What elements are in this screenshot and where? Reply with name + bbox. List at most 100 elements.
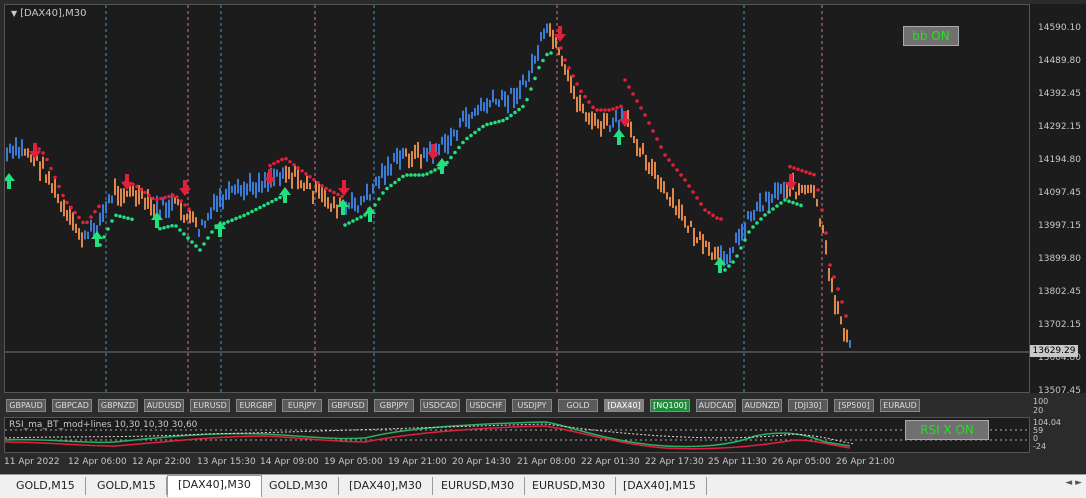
rsi-panel[interactable]: RSI_ma_BT_mod+lines 10,30 10,30 30,60 — [4, 417, 1030, 453]
price-label: 13997.15 — [1038, 221, 1081, 231]
trailing-stop-dot — [351, 219, 355, 223]
trailing-stop-dot — [575, 82, 579, 86]
pair-button-highlight[interactable]: [NQ100] — [650, 399, 690, 412]
bb-toggle-button[interactable]: bb ON — [903, 26, 959, 46]
trailing-stop-dot — [355, 217, 359, 221]
trailing-stop-dot — [783, 198, 787, 202]
trailing-stop-dot — [397, 177, 401, 182]
chart-tab[interactable]: EURUSD,M30 — [522, 477, 617, 495]
pair-button[interactable]: GBPNZD — [98, 399, 138, 412]
chart-tab[interactable]: EURUSD,M30 — [431, 477, 526, 495]
pair-button[interactable]: EURUSD — [190, 399, 230, 412]
trailing-stop-dot — [85, 220, 89, 225]
pair-button[interactable]: GBPCAD — [52, 399, 92, 412]
trailing-stop-dot — [401, 174, 405, 179]
current-price-label: 13629.29 — [1030, 345, 1078, 357]
trailing-stop-dot — [210, 230, 214, 234]
rsi-toggle-button[interactable]: RSI X ON — [905, 420, 989, 440]
chart-tab-active[interactable]: [DAX40],M30 — [167, 475, 262, 497]
trailing-stop-dot — [808, 171, 812, 176]
trailing-stop-dot — [166, 224, 170, 229]
trailing-stop-dot — [359, 215, 363, 219]
trailing-stop-dot — [513, 110, 517, 115]
symbol-label-text: [DAX40],M30 — [20, 8, 87, 19]
trailing-stop-dot — [505, 116, 509, 121]
trailing-stop-dot — [170, 223, 174, 228]
symbol-button-bar: GBPAUD GBPCAD GBPNZD AUDUSD EURUSD EURGB… — [4, 396, 1030, 416]
trailing-stop-dot — [106, 227, 110, 231]
trailing-stop-dot — [292, 162, 296, 167]
trailing-stop-dot — [324, 186, 328, 191]
trailing-stop-dot — [816, 188, 820, 192]
pair-button[interactable]: [DJI30] — [788, 399, 828, 412]
trailing-stop-dot — [242, 213, 246, 218]
pair-button[interactable]: EURJPY — [282, 399, 322, 412]
time-axis: 11 Apr 2022 12 Apr 06:00 12 Apr 22:00 13… — [0, 454, 1086, 472]
trailing-stop-dot — [409, 173, 413, 177]
pair-button[interactable]: EURGBP — [236, 399, 276, 412]
trailing-stop-dot — [671, 163, 675, 167]
pair-button-active[interactable]: [DAX40] — [604, 399, 644, 412]
pair-button[interactable]: AUDCAD — [696, 399, 736, 412]
pair-button[interactable]: AUDUSD — [144, 399, 184, 412]
trailing-stop-dot — [53, 175, 57, 180]
tab-scroll-arrows-icon[interactable]: ◄ ► — [1065, 478, 1082, 488]
pair-button[interactable]: [SP500] — [834, 399, 874, 412]
trailing-stop-dot — [226, 220, 230, 224]
trailing-stop-dot — [723, 268, 727, 272]
price-chart[interactable]: ▼ [DAX40],M30 — [4, 4, 1030, 393]
trailing-stop-dot — [751, 225, 755, 229]
trailing-stop-dot — [659, 145, 663, 149]
chart-tab-bar: GOLD,M15 GOLD,M15 [DAX40],M30 GOLD,M30 [… — [0, 474, 1086, 498]
pair-button[interactable]: GBPAUD — [6, 399, 46, 412]
trailing-stop-dot — [493, 120, 497, 125]
pair-button[interactable]: AUDNZD — [742, 399, 782, 412]
trailing-stop-dot — [587, 100, 591, 104]
trailing-stop-dot — [820, 208, 824, 212]
trailing-stop-dot — [812, 172, 816, 177]
pair-button[interactable]: GBPUSD — [328, 399, 368, 412]
pair-button[interactable]: GOLD — [558, 399, 598, 412]
pair-button[interactable]: USDCHF — [466, 399, 506, 412]
trailing-stop-dot — [405, 173, 409, 177]
trailing-stop-dot — [308, 174, 312, 179]
trailing-stop-dot — [175, 195, 179, 199]
trailing-stop-dot — [743, 238, 747, 242]
trailing-stop-dot — [787, 199, 791, 204]
trailing-stop-dot — [469, 133, 473, 138]
chart-tab[interactable]: GOLD,M15 — [6, 477, 86, 495]
trailing-stop-dot — [171, 193, 175, 198]
trailing-stop-dot — [497, 119, 501, 124]
trailing-stop-dot — [421, 173, 425, 177]
trailing-stop-dot — [280, 157, 284, 162]
trailing-stop-dot — [571, 74, 575, 78]
trailing-stop-dot — [202, 242, 206, 246]
trailing-stop-dot — [509, 113, 513, 118]
trailing-stop-dot — [274, 197, 278, 202]
sell-arrow-icon — [619, 111, 631, 127]
trailing-stop-dot — [130, 217, 134, 222]
pair-button[interactable]: USDCAD — [420, 399, 460, 412]
trailing-stop-dot — [615, 105, 619, 110]
trailing-stop-dot — [183, 203, 187, 207]
trailing-stop-dot — [377, 197, 381, 201]
trailing-stop-dot — [465, 136, 469, 141]
pair-button[interactable]: USDJPY — [512, 399, 552, 412]
chart-tab[interactable]: GOLD,M15 — [87, 477, 167, 495]
buy-arrow-icon — [364, 206, 376, 222]
trailing-stop-dot — [579, 89, 583, 94]
chart-tab[interactable]: GOLD,M30 — [259, 477, 339, 495]
trailing-stop-dot — [623, 78, 627, 82]
trailing-stop-dot — [489, 121, 493, 126]
trailing-stop-dot — [250, 209, 254, 214]
chart-tab[interactable]: [DAX40],M15 — [613, 477, 707, 495]
trailing-stop-dot — [312, 177, 316, 182]
dropdown-triangle-icon[interactable]: ▼ — [11, 9, 17, 18]
trailing-stop-dot — [663, 153, 667, 157]
pair-button[interactable]: EURAUD — [880, 399, 920, 412]
buy-arrow-icon — [279, 187, 291, 203]
pair-button[interactable]: GBPJPY — [374, 399, 414, 412]
trailing-stop-dot — [97, 204, 101, 209]
trailing-stop-dot — [603, 108, 607, 112]
chart-tab[interactable]: [DAX40],M30 — [339, 477, 433, 495]
